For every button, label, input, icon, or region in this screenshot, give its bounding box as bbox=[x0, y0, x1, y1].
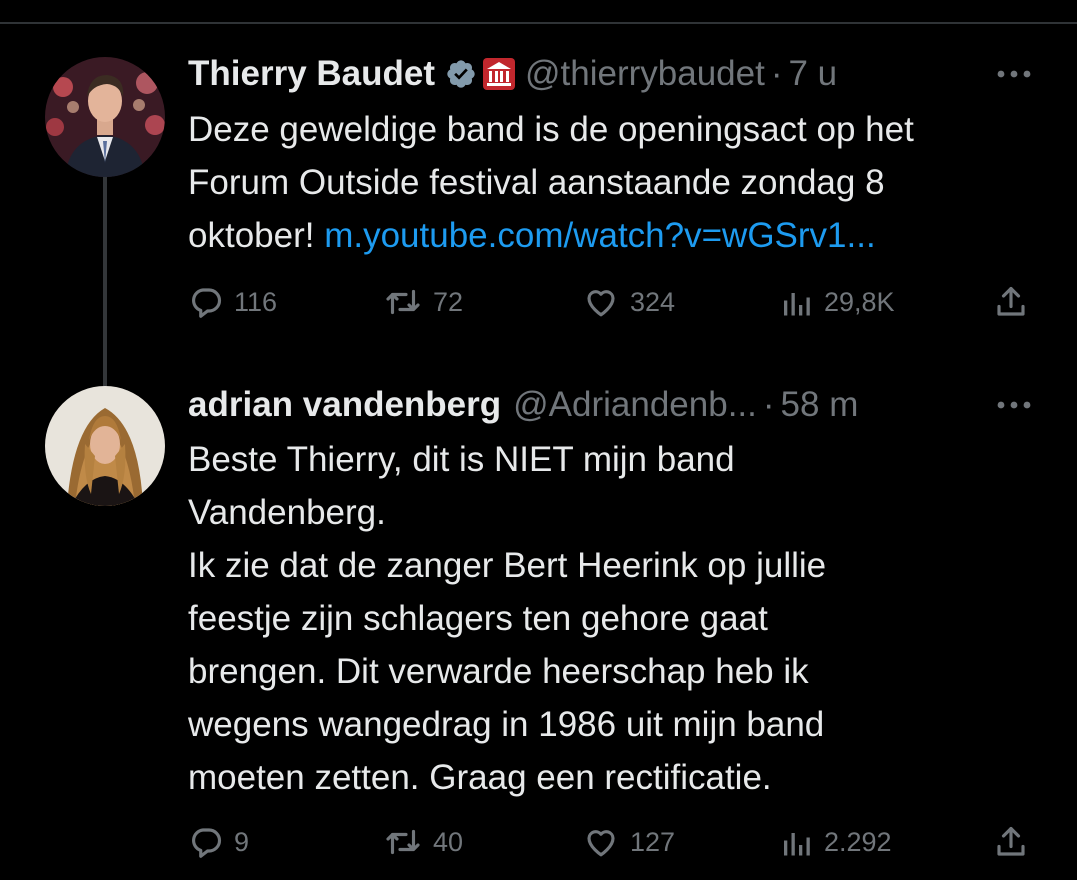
tweet-text-line: brengen. Dit verwarde heerschap heb ik bbox=[188, 652, 809, 691]
views-icon bbox=[784, 293, 810, 316]
tweet-header: adrian vandenberg @Adriandenb... · 58 m bbox=[188, 380, 858, 430]
reply-count: 9 bbox=[234, 826, 250, 857]
like-count: 324 bbox=[630, 286, 676, 317]
display-name[interactable]: Thierry Baudet bbox=[188, 54, 435, 94]
top-divider bbox=[0, 22, 1077, 24]
tweet-text-line: moeten zetten. Graag een rectificatie. bbox=[188, 758, 772, 797]
timestamp[interactable]: 7 u bbox=[788, 54, 837, 94]
share-icon bbox=[997, 826, 1025, 856]
action-bar: 9 40 127 2.292 bbox=[0, 822, 1077, 862]
repost-count: 40 bbox=[433, 826, 464, 857]
repost-icon bbox=[386, 289, 420, 315]
repost-button[interactable]: 40 bbox=[383, 822, 463, 862]
verified-badge-icon[interactable] bbox=[445, 58, 477, 90]
tweet-header: Thierry Baudet @thierrybaudet · 7 u bbox=[188, 49, 837, 99]
display-name[interactable]: adrian vandenberg bbox=[188, 385, 501, 425]
repost-icon bbox=[386, 829, 420, 855]
separator-dot: · bbox=[770, 54, 783, 93]
repost-button[interactable]: 72 bbox=[383, 282, 463, 322]
share-button[interactable] bbox=[993, 282, 1029, 322]
heart-icon bbox=[587, 290, 615, 317]
tweet-text-line: Beste Thierry, dit is NIET mijn band bbox=[188, 440, 735, 479]
more-icon[interactable] bbox=[996, 400, 1032, 410]
reply-button[interactable]: 9 bbox=[188, 822, 249, 862]
handle[interactable]: @Adriandenb... bbox=[513, 385, 757, 425]
more-icon[interactable] bbox=[996, 69, 1032, 79]
share-button[interactable] bbox=[993, 822, 1029, 862]
reply-icon bbox=[192, 828, 221, 858]
like-button[interactable]: 324 bbox=[582, 282, 675, 322]
reply-icon bbox=[192, 288, 221, 318]
like-count: 127 bbox=[630, 826, 676, 857]
like-button[interactable]: 127 bbox=[582, 822, 675, 862]
tweet-text-line: Deze geweldige band is de openingsact op… bbox=[188, 110, 914, 149]
timestamp[interactable]: 58 m bbox=[781, 385, 859, 425]
tweet-text-line: Forum Outside festival aanstaande zondag… bbox=[188, 163, 885, 202]
handle[interactable]: @thierrybaudet bbox=[525, 54, 765, 94]
views-count: 2.292 bbox=[824, 826, 892, 857]
repost-count: 72 bbox=[433, 286, 464, 317]
tweet-text: Beste Thierry, dit is NIET mijn band Van… bbox=[188, 433, 826, 804]
tweet-text-line: Ik zie dat de zanger Bert Heerink op jul… bbox=[188, 546, 827, 585]
government-badge-icon[interactable] bbox=[483, 58, 515, 90]
avatar[interactable] bbox=[45, 386, 165, 506]
views-count: 29,8K bbox=[824, 286, 895, 317]
tweet-text-segment: oktober! bbox=[188, 216, 315, 255]
tweet-text-line: wegens wangedrag in 1986 uit mijn band bbox=[188, 705, 825, 744]
reply-button[interactable]: 116 bbox=[188, 282, 277, 322]
share-icon bbox=[997, 286, 1025, 316]
avatar[interactable] bbox=[45, 57, 165, 177]
views-button[interactable]: 2.292 bbox=[778, 822, 892, 862]
views-button[interactable]: 29,8K bbox=[778, 282, 895, 322]
separator-dot: · bbox=[762, 385, 775, 424]
heart-icon bbox=[587, 830, 615, 857]
action-bar: 116 72 324 29,8K bbox=[0, 282, 1077, 322]
reply-count: 116 bbox=[234, 286, 278, 317]
tweet-text: Deze geweldige band is de openingsact op… bbox=[188, 103, 914, 262]
tweet-text-line: Vandenberg. bbox=[188, 493, 386, 532]
tweet-text-line: feestje zijn schlagers ten gehore gaat bbox=[188, 599, 768, 638]
tweet-text-line: oktober! m.youtube.com/watch?v=wGSrv1... bbox=[188, 209, 914, 262]
views-icon bbox=[784, 833, 810, 856]
youtube-link[interactable]: m.youtube.com/watch?v=wGSrv1... bbox=[324, 216, 875, 255]
